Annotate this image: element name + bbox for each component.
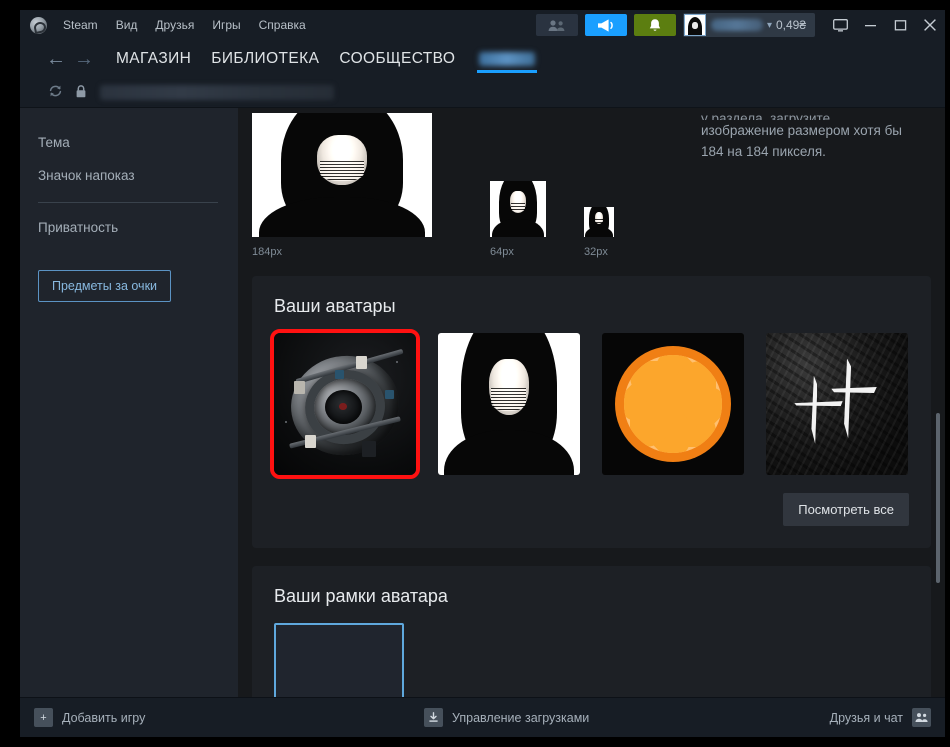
username-label (710, 19, 763, 31)
avatar-preview-184-image (252, 113, 432, 237)
nav-tab-store[interactable]: МАГАЗИН (114, 40, 193, 78)
menu-view[interactable]: Вид (107, 14, 147, 36)
avatar-preview-32-image (584, 207, 614, 237)
steam-client-window: Steam Вид Друзья Игры Справка ▾ 0,49₴ ← … (20, 10, 945, 737)
menu-games[interactable]: Игры (203, 14, 249, 36)
url-field[interactable] (100, 85, 334, 100)
friends-and-chat-label: Друзья и чат (829, 710, 903, 725)
nav-tab-library[interactable]: БИБЛИОТЕКА (209, 40, 321, 78)
see-all-row: Посмотреть все (274, 493, 909, 526)
avatar-preview-184-label: 184px (252, 246, 282, 258)
status-bar: + Добавить игру Управление загрузками Др… (20, 697, 945, 737)
avatar-dark-cross[interactable] (766, 333, 908, 475)
menu-steam[interactable]: Steam (54, 14, 107, 36)
close-button[interactable] (915, 10, 945, 40)
user-account-menu[interactable]: ▾ 0,49₴ (682, 13, 815, 37)
nav-tab-profile-label (479, 52, 536, 66)
avatar-preview-64-label: 64px (490, 246, 514, 258)
avatar-hooded-figure[interactable] (438, 333, 580, 475)
friends-icon (912, 708, 931, 727)
avatar-upload-hint-cut: у раздела, загрузите (701, 111, 831, 120)
see-all-avatars-button[interactable]: Посмотреть все (783, 493, 909, 526)
content-body: Тема Значок напоказ Приватность Предметы… (20, 108, 945, 697)
chevron-down-icon: ▾ (766, 19, 772, 31)
minimize-icon (864, 24, 876, 26)
your-avatar-frames-title: Ваши рамки аватара (274, 586, 448, 606)
notifications-button[interactable] (633, 14, 676, 36)
sidebar-item-privacy[interactable]: Приватность (38, 211, 238, 244)
your-avatars-title: Ваши аватары (274, 296, 396, 316)
titlebar-right-cluster: ▾ 0,49₴ (535, 10, 945, 40)
manage-downloads-button[interactable]: Управление загрузками (424, 708, 589, 727)
avatar-orange-slice[interactable] (602, 333, 744, 475)
steam-logo-icon[interactable] (30, 16, 47, 34)
points-shop-button[interactable]: Предметы за очки (38, 270, 172, 302)
screenshot-root: Steam Вид Друзья Игры Справка ▾ 0,49₴ ← … (0, 0, 950, 747)
display-icon (832, 18, 848, 31)
avatar-upload-hint-line2: 184 на 184 пикселя. (701, 144, 826, 159)
avatar-grid (270, 329, 909, 479)
your-avatars-panel: Ваши аватары Посмотреть все (252, 276, 931, 548)
bell-icon (649, 18, 661, 31)
your-avatar-frames-panel: Ваши рамки аватара (252, 566, 931, 697)
navigation-bar: ← → МАГАЗИН БИБЛИОТЕКА СООБЩЕСТВО (20, 40, 945, 78)
avatar-frame-1[interactable] (274, 623, 404, 697)
avatar-preview-64-image (490, 181, 546, 237)
plus-icon: + (34, 708, 53, 727)
frame-grid (274, 623, 909, 697)
friends-icon (548, 19, 565, 31)
maximize-icon (894, 19, 906, 30)
wallet-balance[interactable]: 0,49₴ (776, 18, 815, 32)
friends-and-chat-button[interactable]: Друзья и чат (830, 708, 931, 727)
add-game-label: Добавить игру (62, 710, 146, 725)
sidebar-divider (38, 202, 218, 203)
close-icon (924, 19, 936, 31)
title-bar: Steam Вид Друзья Игры Справка ▾ 0,49₴ (20, 10, 945, 40)
friends-button[interactable] (535, 14, 578, 36)
download-icon (424, 708, 443, 727)
avatar-portal-core[interactable] (270, 329, 420, 479)
settings-sidebar: Тема Значок напоказ Приватность Предметы… (20, 108, 238, 697)
add-game-button[interactable]: + Добавить игру (34, 708, 145, 727)
avatar-preview-32: 32px (584, 207, 614, 258)
megaphone-icon (598, 18, 614, 32)
avatar-upload-hint-line1: изображение размером хотя бы (701, 123, 903, 138)
avatar-preview-64: 64px (490, 181, 546, 258)
sidebar-item-theme[interactable]: Тема (38, 126, 238, 159)
avatar-preview-32-label: 32px (584, 246, 608, 258)
menu-help[interactable]: Справка (250, 14, 315, 36)
avatar-preview-184: 184px (252, 113, 432, 258)
main-scroll-area: 184px 64px 32px у раздела, загрузите изо… (238, 108, 945, 697)
main-scrollbar[interactable] (934, 108, 942, 697)
manage-downloads-label: Управление загрузками (452, 710, 590, 725)
nav-tab-profile[interactable] (477, 40, 538, 78)
avatar-upload-hint: у раздела, загрузите изображение размеро… (701, 108, 917, 162)
back-button[interactable]: ← (42, 48, 70, 71)
forward-button[interactable]: → (70, 48, 98, 71)
broadcast-button[interactable] (584, 14, 627, 36)
avatar (683, 14, 706, 36)
refresh-icon[interactable] (42, 84, 68, 101)
sidebar-item-featured-badge[interactable]: Значок напоказ (38, 159, 238, 192)
url-bar (20, 78, 945, 108)
display-mode-button[interactable] (825, 10, 855, 40)
scrollbar-thumb[interactable] (936, 413, 940, 583)
minimize-button[interactable] (855, 10, 885, 40)
menu-friends[interactable]: Друзья (146, 14, 203, 36)
orange-segments (624, 355, 722, 453)
nav-tab-community[interactable]: СООБЩЕСТВО (337, 40, 457, 78)
lock-icon (68, 84, 94, 102)
avatar-preview-row: 184px 64px 32px у раздела, загрузите изо… (252, 108, 931, 258)
maximize-button[interactable] (885, 10, 915, 40)
